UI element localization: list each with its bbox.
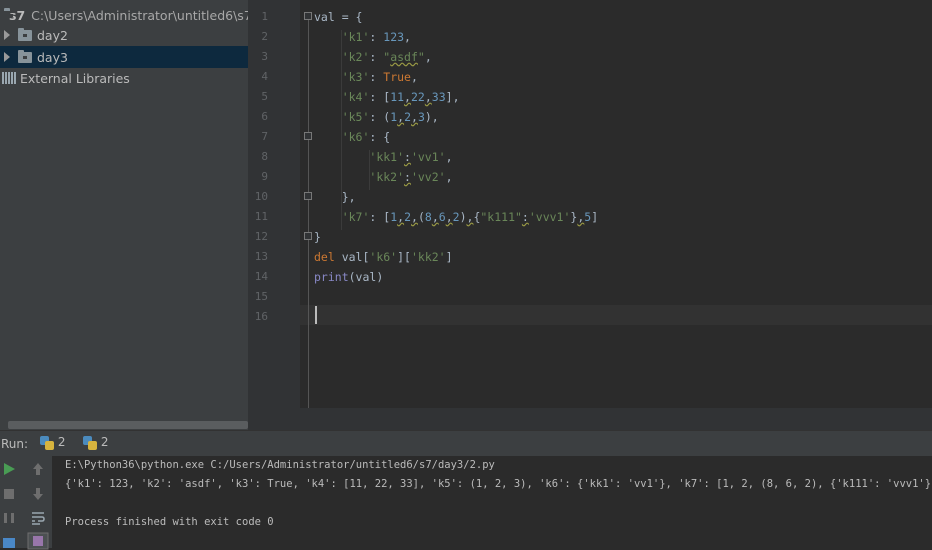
fold-toggle-icon[interactable] [304,132,312,140]
code-line-6: 'k5': (1,2,3), [341,110,439,124]
line-number: 9 [261,170,268,183]
sidebar-scrollbar[interactable] [8,421,248,429]
tree-item-day2[interactable]: day2 [0,24,248,46]
code-line-2: 'k1': 123, [341,30,411,44]
code-line-4: 'k3': True, [341,70,418,84]
tree-item-day3[interactable]: day3 [0,46,248,68]
python-icon [83,435,97,450]
code-line-11: 'k7': [1,2,(8,6,2),{"k111":'vvv1'},5] [341,210,599,224]
run-panel-header: Run: 2 2 [0,430,932,457]
python-icon [40,435,54,450]
line-number: 6 [261,110,268,123]
stop-icon[interactable] [1,486,17,502]
line-number: 13 [254,250,268,263]
console-command-line: E:\Python36\python.exe C:/Users/Administ… [65,459,495,471]
code-line-5: 'k4': [11,22,33], [341,90,460,104]
fold-toggle-icon[interactable] [304,232,312,240]
run-tab-2[interactable]: 2 [83,435,108,450]
line-number: 10 [254,190,268,203]
current-line-highlight [300,305,932,325]
folder-icon [18,49,32,63]
line-number: 14 [254,270,268,283]
editor-bottom-area [248,408,932,430]
line-number: 5 [261,90,268,103]
tree-item-label: day2 [37,27,68,43]
fold-guide [308,18,309,408]
line-number: 16 [254,310,268,323]
code-line-8: 'kk1':'vv1', [369,150,453,164]
code-line-13: del val['k6']['kk2'] [314,250,453,264]
console-exit-line: Process finished with exit code 0 [65,516,274,528]
tree-item-label: day3 [37,49,68,65]
rerun-icon[interactable] [1,461,17,477]
print-icon[interactable] [27,532,49,550]
tree-item-external-libraries[interactable]: External Libraries [0,67,248,89]
code-line-14: print(val) [314,270,384,284]
library-icon [2,72,16,84]
run-tab-1[interactable]: 2 [40,435,65,450]
code-line-3: 'k2': "asdf", [341,50,432,64]
fold-toggle-icon[interactable] [304,12,312,20]
code-line-10: }, [314,190,356,204]
code-line-7: 'k6': { [341,130,391,144]
run-tab-label: 2 [100,435,109,449]
line-number: 2 [261,30,268,43]
line-number: 1 [261,10,268,23]
scroll-up-icon[interactable] [30,461,46,477]
line-number: 11 [254,210,268,223]
code-line-9: 'kk2':'vv2', [369,170,453,184]
run-toolbar [0,456,52,550]
line-number: 15 [254,290,268,303]
pause-icon[interactable] [1,510,17,526]
project-root-path: C:\Users\Administrator\untitled6\s7 [31,7,248,23]
fold-toggle-icon[interactable] [304,192,312,200]
tree-item-label: External Libraries [20,70,130,86]
folder-icon [18,27,32,41]
line-number: 4 [261,70,268,83]
line-number: 7 [261,130,268,143]
project-root[interactable]: s7 C:\Users\Administrator\untitled6\s7 [0,4,248,26]
code-line-1: val = { [314,10,363,24]
scroll-down-icon[interactable] [30,486,46,502]
run-label: Run: [1,437,29,451]
soft-wrap-icon[interactable] [30,510,46,526]
run-tab-label: 2 [57,435,66,449]
project-panel: s7 C:\Users\Administrator\untitled6\s7 d… [0,0,248,430]
code-line-12: } [314,230,321,244]
line-number: 12 [254,230,268,243]
expand-arrow-icon[interactable] [4,30,10,40]
line-number: 3 [261,50,268,63]
text-cursor [315,306,317,324]
console-result-line: {'k1': 123, 'k2': 'asdf', 'k3': True, 'k… [65,478,932,490]
line-number: 8 [261,150,268,163]
expand-arrow-icon[interactable] [4,52,10,62]
